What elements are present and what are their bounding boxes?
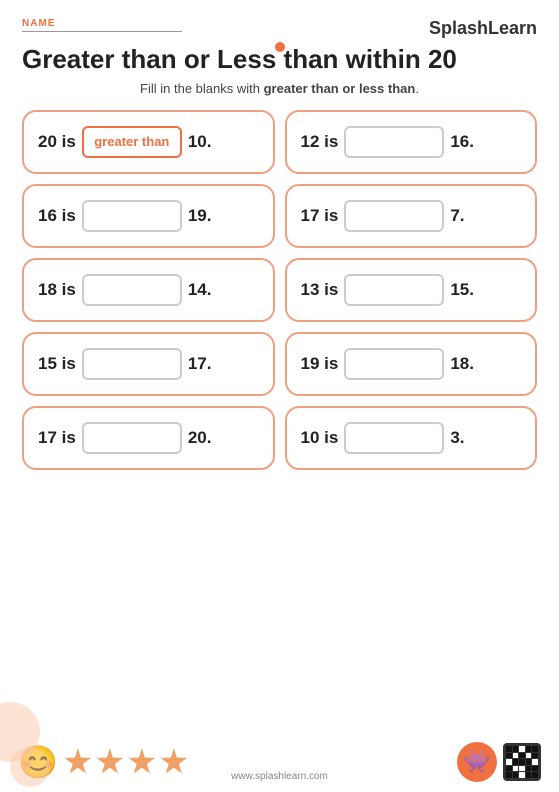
problem-6-answer-box[interactable] <box>344 274 444 306</box>
page: NAME SplashLearn Greater than or Less th… <box>0 0 559 792</box>
problem-4-right: 7. <box>450 206 464 226</box>
problem-1-left: 20 is <box>38 132 76 152</box>
problem-4-left: 17 is <box>301 206 339 226</box>
problem-8-left: 19 is <box>301 354 339 374</box>
subtitle-suffix: . <box>415 81 419 96</box>
star-1 <box>64 748 92 776</box>
logo-learn: Learn <box>488 18 537 38</box>
dot-decoration <box>275 42 285 52</box>
problem-card-4: 17 is 7. <box>285 184 538 248</box>
problem-5-answer-box[interactable] <box>82 274 182 306</box>
subtitle: Fill in the blanks with greater than or … <box>22 81 537 96</box>
logo: SplashLearn <box>429 18 537 39</box>
problem-card-1: 20 is greater than 10. <box>22 110 275 174</box>
problem-6-left: 13 is <box>301 280 339 300</box>
problem-9-left: 17 is <box>38 428 76 448</box>
problems-grid: 20 is greater than 10. 12 is 16. 16 is 19. 17 i… <box>22 110 537 470</box>
problem-7-answer-box[interactable] <box>82 348 182 380</box>
problem-3-right: 19. <box>188 206 212 226</box>
problem-1-right: 10. <box>188 132 212 152</box>
problem-5-left: 18 is <box>38 280 76 300</box>
logo-splash: Splash <box>429 18 488 38</box>
problem-10-right: 3. <box>450 428 464 448</box>
problem-card-2: 12 is 16. <box>285 110 538 174</box>
problem-6-right: 15. <box>450 280 474 300</box>
problem-card-3: 16 is 19. <box>22 184 275 248</box>
problem-card-6: 13 is 15. <box>285 258 538 322</box>
problem-4-answer-box[interactable] <box>344 200 444 232</box>
problem-7-left: 15 is <box>38 354 76 374</box>
problem-2-right: 16. <box>450 132 474 152</box>
website: www.splashlearn.com <box>231 771 328 782</box>
problem-card-8: 19 is 18. <box>285 332 538 396</box>
problem-10-answer-box[interactable] <box>344 422 444 454</box>
problem-9-right: 20. <box>188 428 212 448</box>
stars-decoration <box>64 748 188 776</box>
problem-9-answer-box[interactable] <box>82 422 182 454</box>
mascot-icon: 👾 <box>457 742 497 782</box>
problem-8-right: 18. <box>450 354 474 374</box>
circle-deco-2 <box>10 747 50 787</box>
qr-code <box>503 743 541 781</box>
star-3 <box>128 748 156 776</box>
problem-7-right: 17. <box>188 354 212 374</box>
problem-card-9: 17 is 20. <box>22 406 275 470</box>
problem-card-5: 18 is 14. <box>22 258 275 322</box>
star-2 <box>96 748 124 776</box>
problem-10-left: 10 is <box>301 428 339 448</box>
problem-3-left: 16 is <box>38 206 76 226</box>
problem-8-answer-box[interactable] <box>344 348 444 380</box>
bottom-bar: 😊 www.splashlearn.com 👾 <box>0 732 559 792</box>
problem-card-10: 10 is 3. <box>285 406 538 470</box>
problem-5-right: 14. <box>188 280 212 300</box>
name-label: NAME <box>22 18 182 32</box>
problem-3-answer-box[interactable] <box>82 200 182 232</box>
star-4 <box>160 748 188 776</box>
problem-card-7: 15 is 17. <box>22 332 275 396</box>
problem-2-answer-box[interactable] <box>344 126 444 158</box>
problem-2-left: 12 is <box>301 132 339 152</box>
top-bar: NAME SplashLearn <box>22 18 537 39</box>
problem-1-answer-box[interactable]: greater than <box>82 126 182 158</box>
subtitle-prefix: Fill in the blanks with <box>140 81 264 96</box>
subtitle-highlight: greater than or less than <box>264 81 416 96</box>
